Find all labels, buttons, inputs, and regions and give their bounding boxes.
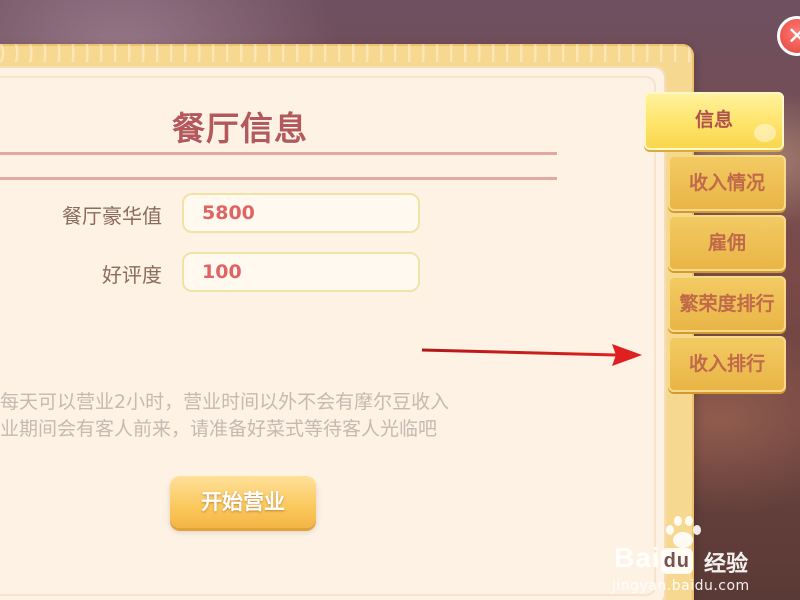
watermark-logo-cn: 经验 [704,552,749,577]
tab-prosperity-ranking[interactable]: 繁荣度排行 [668,276,786,332]
page-title: 餐厅信息 [172,109,308,148]
watermark-url: jingyan.baidu.com [612,578,750,594]
luxury-value-field: 5800 [182,193,420,233]
red-arrow-icon [421,344,642,366]
baidu-watermark: Bai du 经验 jingyan.baidu.com [612,514,800,600]
tab-info[interactable]: 信息 [644,92,784,150]
tab-income-ranking[interactable]: 收入排行 [668,336,786,392]
watermark-logo-prefix: Bai [614,542,661,573]
rating-label: 好评度 [102,263,162,287]
description-line-1: 每天可以营业2小时，营业时间以外不会有摩尔豆收入 [0,391,450,413]
title-divider-bottom [0,177,557,180]
dialog-panel [0,66,666,600]
description-line-2: 业期间会有客人前来，请准备好菜式等待客人光临吧 [0,418,438,440]
tab-income[interactable]: 收入情况 [668,155,786,211]
watermark-logo-box: du [660,548,694,574]
rating-field: 100 [182,252,420,292]
title-divider-top [0,152,557,155]
tab-hire[interactable]: 雇佣 [668,215,786,271]
watermark-logo: Bai du [614,542,694,574]
close-icon[interactable]: ✕ [777,16,800,56]
start-business-button[interactable]: 开始营业 [170,476,316,528]
luxury-value-label: 餐厅豪华值 [62,204,162,228]
